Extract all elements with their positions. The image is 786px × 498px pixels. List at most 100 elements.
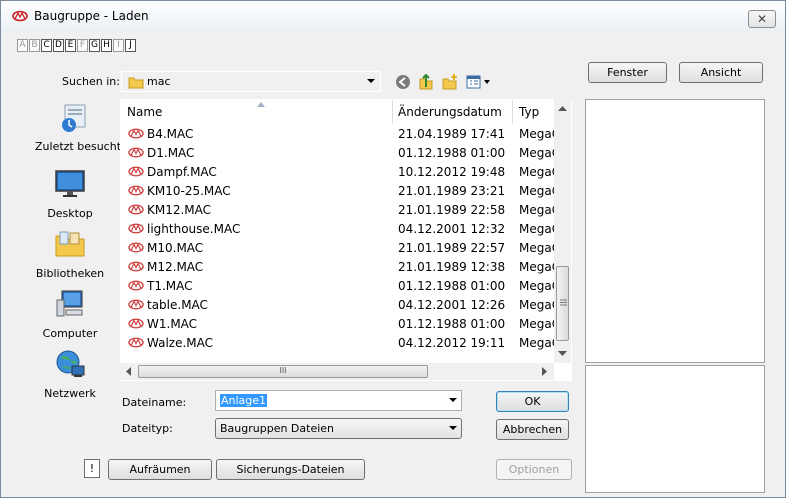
file-date: 21.01.1989 12:38 [398, 260, 506, 274]
file-type: MegaC [519, 317, 559, 331]
file-row[interactable]: Walze.MAC 04.12.2012 19:11 MegaC [121, 334, 559, 353]
file-name-text: D1.MAC [147, 146, 195, 160]
filename-value: Anlage1 [220, 394, 268, 407]
place-libraries[interactable]: Bibliotheken [30, 228, 110, 280]
fenster-button[interactable]: Fenster [588, 62, 667, 83]
column-header-label: Name [127, 105, 163, 119]
app-logo-icon [12, 10, 28, 22]
drive-letter-button[interactable]: F [77, 39, 88, 52]
column-header-date[interactable]: Änderungsdatum [398, 100, 516, 124]
filetype-dropdown[interactable]: Baugruppen Dateien [215, 418, 462, 439]
file-row[interactable]: M10.MAC 21.01.1989 22:57 MegaC [121, 239, 559, 258]
file-row[interactable]: lighthouse.MAC 04.12.2001 12:32 MegaC [121, 220, 559, 239]
vertical-scroll-thumb[interactable] [556, 266, 569, 341]
file-date: 21.04.1989 17:41 [398, 127, 506, 141]
file-list: Name Änderungsdatum Typ B4.MAC 21.04.1989… [120, 99, 572, 381]
place-network[interactable]: Netzwerk [30, 348, 110, 400]
recent-places-icon [62, 104, 86, 132]
drive-letter-button[interactable]: D [53, 39, 64, 52]
place-recent[interactable]: Zuletzt besucht [35, 101, 122, 153]
megacad-file-icon [128, 280, 144, 291]
preview-pane [585, 99, 765, 363]
drive-letter-button[interactable]: J [125, 39, 136, 52]
backup-files-button[interactable]: Sicherungs-Dateien [216, 459, 365, 480]
file-name: M12.MAC [128, 258, 398, 277]
megacad-file-icon [128, 128, 144, 139]
file-name-text: KM12.MAC [147, 203, 212, 217]
look-in-value: mac [147, 75, 171, 88]
file-name-text: B4.MAC [147, 127, 194, 141]
file-date: 21.01.1989 22:57 [398, 241, 506, 255]
scroll-right-icon[interactable] [542, 367, 548, 376]
file-row[interactable]: W1.MAC 01.12.1988 01:00 MegaC [121, 315, 559, 334]
file-name-text: M12.MAC [147, 260, 204, 274]
file-row[interactable]: KM12.MAC 21.01.1989 22:58 MegaC [121, 201, 559, 220]
scroll-up-icon[interactable] [558, 105, 567, 111]
warning-checkbox[interactable]: ! [84, 459, 100, 478]
scroll-down-icon[interactable] [558, 351, 567, 357]
drive-letter-button[interactable]: E [65, 39, 76, 52]
file-name-text: table.MAC [147, 298, 208, 312]
options-button: Optionen [496, 459, 572, 480]
horizontal-scrollbar[interactable]: III [120, 363, 554, 380]
ok-button[interactable]: OK [496, 391, 569, 412]
file-name-text: M10.MAC [147, 241, 204, 255]
up-folder-icon[interactable] [418, 73, 434, 91]
column-divider[interactable] [392, 100, 393, 124]
cleanup-button[interactable]: Aufräumen [108, 459, 212, 480]
horizontal-scroll-thumb[interactable]: III [138, 365, 428, 378]
file-row[interactable]: KM10-25.MAC 21.01.1989 23:21 MegaC [121, 182, 559, 201]
file-name: D1.MAC [128, 144, 398, 163]
column-divider[interactable] [512, 100, 513, 124]
place-desktop[interactable]: Desktop [30, 168, 110, 220]
file-row[interactable]: Dampf.MAC 10.12.2012 19:48 MegaC [121, 163, 559, 182]
column-header-label: Änderungsdatum [398, 105, 502, 119]
place-computer[interactable]: Computer [30, 288, 110, 340]
folder-icon [128, 77, 144, 89]
file-name: table.MAC [128, 296, 398, 315]
drive-letter-button[interactable]: G [89, 39, 100, 52]
file-name-text: KM10-25.MAC [147, 184, 231, 198]
file-row[interactable]: D1.MAC 01.12.1988 01:00 MegaC [121, 144, 559, 163]
ansicht-button[interactable]: Ansicht [679, 62, 763, 83]
drive-letter-button[interactable]: C [41, 39, 52, 52]
place-label: Zuletzt besucht [35, 140, 122, 153]
chevron-down-icon[interactable] [449, 398, 457, 402]
title-bar[interactable]: Baugruppe - Laden ✕ [1, 1, 785, 31]
drive-letter-button[interactable]: I [113, 39, 124, 52]
drive-letter-button[interactable]: B [29, 39, 40, 52]
file-name: W1.MAC [128, 315, 398, 334]
column-header-name[interactable]: Name [127, 100, 397, 124]
file-row[interactable]: M12.MAC 21.01.1989 12:38 MegaC [121, 258, 559, 277]
new-folder-icon[interactable] [442, 73, 458, 91]
file-name-text: Walze.MAC [147, 336, 214, 350]
drive-letter-button[interactable]: A [17, 39, 28, 52]
view-menu-icon[interactable] [466, 75, 492, 89]
place-label: Netzwerk [44, 387, 96, 400]
file-row[interactable]: T1.MAC 01.12.1988 01:00 MegaC [121, 277, 559, 296]
file-name-text: Dampf.MAC [147, 165, 217, 179]
drive-letter-button[interactable]: H [101, 39, 112, 52]
file-type: MegaC [519, 279, 559, 293]
file-date: 01.12.1988 01:00 [398, 279, 506, 293]
megacad-file-icon [128, 223, 144, 234]
close-button[interactable]: ✕ [748, 10, 776, 28]
file-name: Walze.MAC [128, 334, 398, 353]
filename-input[interactable]: Anlage1 [215, 390, 462, 411]
vertical-scrollbar[interactable] [554, 99, 571, 363]
back-icon[interactable] [395, 74, 411, 90]
file-name: lighthouse.MAC [128, 220, 398, 239]
file-row[interactable]: B4.MAC 21.04.1989 17:41 MegaC [121, 125, 559, 144]
desktop-icon [55, 170, 85, 197]
column-header-type[interactable]: Typ [519, 100, 559, 124]
megacad-file-icon [128, 299, 144, 310]
look-in-dropdown[interactable]: mac [121, 71, 381, 92]
file-date: 21.01.1989 23:21 [398, 184, 506, 198]
chevron-down-icon [367, 79, 375, 83]
file-row[interactable]: table.MAC 04.12.2001 12:26 MegaC [121, 296, 559, 315]
cancel-button[interactable]: Abbrechen [496, 419, 569, 440]
file-name-text: T1.MAC [147, 279, 193, 293]
file-name: M10.MAC [128, 239, 398, 258]
scroll-left-icon[interactable] [125, 367, 131, 376]
file-type: MegaC [519, 184, 559, 198]
